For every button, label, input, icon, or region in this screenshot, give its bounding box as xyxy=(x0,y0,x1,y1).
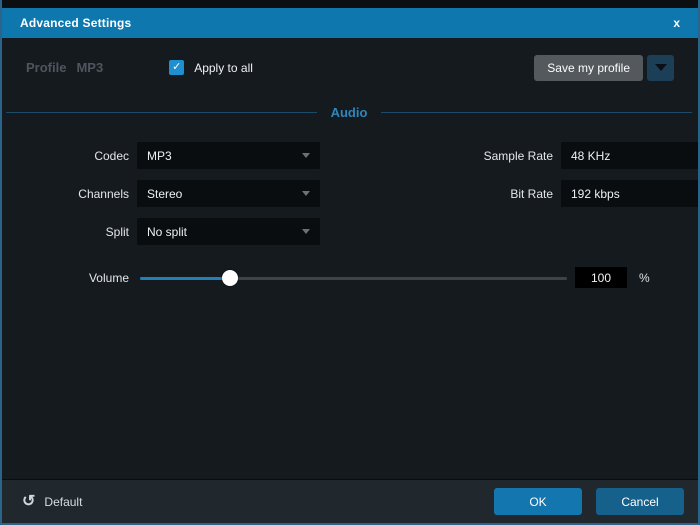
codec-label: Codec xyxy=(26,149,129,163)
reset-icon: ↺ xyxy=(22,494,35,510)
split-value: No split xyxy=(147,225,302,239)
profile-row: Profile MP3 ✓ Apply to all Save my profi… xyxy=(26,54,674,81)
form-row-2: Channels Stereo Bit Rate 192 kbps xyxy=(26,180,674,207)
form-row-3: Split No split xyxy=(26,218,674,245)
sample-rate-select[interactable]: 48 KHz xyxy=(561,142,700,169)
dialog-content: Profile MP3 ✓ Apply to all Save my profi… xyxy=(2,38,698,288)
save-my-profile-button[interactable]: Save my profile xyxy=(534,55,643,81)
volume-slider[interactable] xyxy=(140,270,567,286)
titlebar: Advanced Settings x xyxy=(0,8,700,38)
bit-rate-label: Bit Rate xyxy=(320,187,553,201)
volume-label: Volume xyxy=(26,271,129,285)
section-divider-left xyxy=(6,112,317,113)
audio-section-title: Audio xyxy=(317,105,382,120)
channels-select[interactable]: Stereo xyxy=(137,180,320,207)
cancel-button[interactable]: Cancel xyxy=(596,488,684,515)
chevron-down-icon xyxy=(302,153,310,158)
apply-to-all-label: Apply to all xyxy=(194,61,253,75)
bit-rate-select[interactable]: 192 kbps xyxy=(561,180,700,207)
apply-to-all-checkbox-group[interactable]: ✓ Apply to all xyxy=(169,60,253,75)
profile-value: MP3 xyxy=(76,60,103,75)
volume-value-input[interactable] xyxy=(575,267,627,288)
ok-button[interactable]: OK xyxy=(494,488,582,515)
checkbox-checked-icon[interactable]: ✓ xyxy=(169,60,184,75)
form-row-1: Codec MP3 Sample Rate 48 KHz xyxy=(26,142,674,169)
chevron-down-icon xyxy=(655,64,667,71)
audio-section-header: Audio xyxy=(6,105,692,120)
save-profile-group: Save my profile xyxy=(534,55,674,81)
channels-label: Channels xyxy=(26,187,129,201)
window-top-strip xyxy=(0,0,700,8)
default-reset-button[interactable]: ↺ Default xyxy=(22,494,82,510)
volume-unit-label: % xyxy=(639,271,650,285)
advanced-settings-dialog: Advanced Settings x Profile MP3 ✓ Apply … xyxy=(0,0,700,525)
footer-buttons: OK Cancel xyxy=(494,488,684,515)
dialog-title: Advanced Settings xyxy=(20,16,667,30)
codec-select[interactable]: MP3 xyxy=(137,142,320,169)
channels-value: Stereo xyxy=(147,187,302,201)
sample-rate-value: 48 KHz xyxy=(571,149,700,163)
codec-value: MP3 xyxy=(147,149,302,163)
volume-row: Volume % xyxy=(26,267,674,288)
footer-bar: ↺ Default OK Cancel xyxy=(2,479,698,523)
profile-label: Profile xyxy=(26,60,66,75)
volume-slider-fill xyxy=(140,277,230,280)
close-icon[interactable]: x xyxy=(667,15,686,31)
bit-rate-value: 192 kbps xyxy=(571,187,700,201)
sample-rate-label: Sample Rate xyxy=(320,149,553,163)
chevron-down-icon xyxy=(302,229,310,234)
volume-slider-thumb[interactable] xyxy=(222,270,238,286)
split-label: Split xyxy=(26,225,129,239)
split-select[interactable]: No split xyxy=(137,218,320,245)
section-divider-right xyxy=(381,112,692,113)
chevron-down-icon xyxy=(302,191,310,196)
default-label: Default xyxy=(44,495,82,509)
save-profile-dropdown-button[interactable] xyxy=(647,55,674,81)
